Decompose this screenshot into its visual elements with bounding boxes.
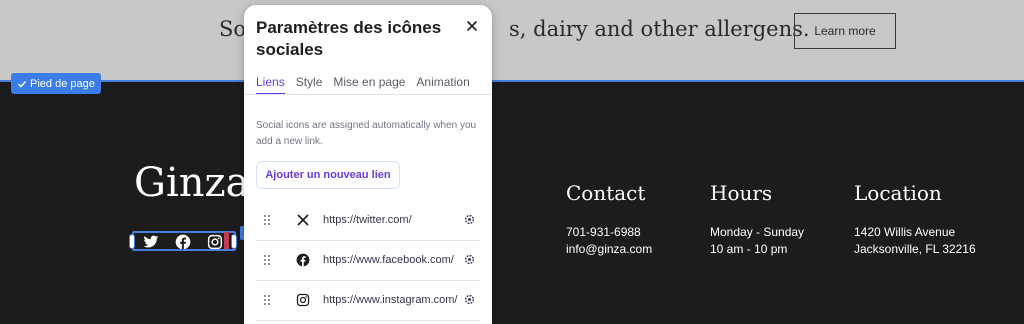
x-icon [297, 214, 309, 226]
instagram-icon [296, 293, 310, 307]
hours-title: Hours [710, 181, 773, 205]
drag-handle-icon[interactable] [263, 294, 271, 306]
resize-handle-right[interactable] [231, 234, 237, 249]
panel-title: Paramètres des icônes sociales [256, 18, 442, 59]
hours-time: 10 am - 10 pm [710, 242, 788, 256]
instagram-icon[interactable] [207, 234, 223, 250]
link-row[interactable]: https://www.instagram.com/ [256, 281, 480, 321]
link-row[interactable]: https://twitter.com/ [256, 201, 480, 241]
tabs-divider [244, 94, 492, 95]
resize-handle-marker[interactable] [224, 232, 229, 249]
panel-description: Social icons are assigned automatically … [256, 120, 477, 147]
gear-icon[interactable] [464, 294, 475, 305]
contact-phone[interactable]: 701-931-6988 [566, 225, 641, 239]
facebook-icon[interactable] [175, 234, 191, 250]
learn-more-button[interactable]: Learn more [794, 13, 896, 49]
tab-layout[interactable]: Mise en page [333, 75, 405, 95]
link-url: https://twitter.com/ [323, 214, 412, 226]
twitter-icon[interactable] [143, 234, 159, 250]
location-street: 1420 Willis Avenue [854, 225, 956, 239]
tab-links[interactable]: Liens [256, 75, 285, 95]
tab-animation[interactable]: Animation [416, 75, 469, 95]
footer-section-tag[interactable]: Pied de page [11, 73, 101, 94]
banner-text-start: So [219, 17, 247, 41]
check-icon [18, 80, 27, 87]
facebook-icon [296, 253, 310, 267]
link-url: https://www.instagram.com/ [323, 294, 458, 306]
tab-style[interactable]: Style [296, 75, 323, 95]
close-icon[interactable] [464, 18, 480, 34]
banner-text-end: s, dairy and other allergens. [509, 17, 810, 41]
add-new-link-button[interactable]: Ajouter un nouveau lien [256, 161, 400, 189]
announcement-banner: So s, dairy and other allergens. Learn m… [0, 0, 1024, 81]
section-selection-outline [0, 80, 1024, 82]
contact-title: Contact [566, 181, 646, 205]
gear-icon[interactable] [464, 254, 475, 265]
gear-icon[interactable] [464, 214, 475, 225]
location-city: Jacksonville, FL 32216 [854, 242, 976, 256]
resize-handle-left[interactable] [129, 234, 135, 249]
drag-handle-icon[interactable] [263, 254, 271, 266]
panel-tabs: Liens Style Mise en page Animation [256, 75, 481, 95]
link-row[interactable]: https://www.facebook.com/ [256, 241, 480, 281]
link-url: https://www.facebook.com/ [323, 254, 454, 266]
location-title: Location [854, 181, 942, 205]
hours-days: Monday - Sunday [710, 225, 805, 239]
social-icons-settings-panel: Paramètres des icônes sociales Liens Sty… [244, 5, 492, 324]
footer-tag-label: Pied de page [30, 77, 95, 90]
contact-email[interactable]: info@ginza.com [566, 242, 652, 256]
drag-handle-icon[interactable] [263, 214, 271, 226]
brand-logo-text[interactable]: Ginza [134, 160, 249, 206]
